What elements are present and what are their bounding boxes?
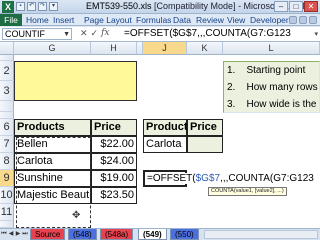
formula-input[interactable]: =OFFSET($G$7,,,COUNTA(G7:G123 — [124, 28, 308, 40]
redo-icon[interactable]: ↷ — [38, 2, 47, 11]
sheet-tab-548[interactable]: (548) — [68, 229, 97, 240]
sheet-tab-bar: ⏮ ◀ ▶ ⏭ Source (548) (548a) (549) (550) — [0, 228, 320, 240]
title-bar: X ▪ ↶ ↷ ▾ EMT539-550.xls [Compatibility … — [0, 0, 320, 14]
table-row-price[interactable]: $24.00 — [91, 153, 137, 170]
products-header[interactable]: Products — [14, 119, 91, 136]
column-header-j[interactable]: J — [143, 42, 187, 55]
maximize-button[interactable]: □ — [289, 1, 303, 12]
notes-block[interactable]: 1. Starting point 2. How many rows 3. Ho… — [223, 61, 320, 113]
undo-icon[interactable]: ↶ — [27, 2, 36, 11]
row-header-8[interactable]: 8 — [0, 153, 14, 170]
tab-view[interactable]: View — [227, 15, 245, 25]
row-header-6[interactable]: 6 — [0, 119, 14, 136]
yellow-block[interactable] — [14, 61, 137, 101]
enter-icon[interactable]: ✓ — [91, 28, 99, 39]
last-sheet-icon[interactable]: ⏭ — [22, 230, 28, 239]
window-controls: – □ ✕ — [274, 1, 318, 12]
customize-icon[interactable]: ▾ — [49, 2, 58, 11]
first-sheet-icon[interactable]: ⏮ — [1, 230, 7, 239]
tab-review[interactable]: Review — [196, 15, 224, 25]
row-header-3[interactable]: 3 — [0, 81, 14, 101]
help-icon[interactable] — [289, 16, 297, 24]
sheet-tab-548a[interactable]: (548a) — [100, 229, 134, 240]
lookup-products-header[interactable]: Products — [143, 119, 194, 136]
insert-function-icon[interactable]: fx — [101, 28, 109, 39]
row-header-12[interactable] — [0, 221, 14, 228]
column-header-l[interactable]: L — [223, 42, 320, 55]
price-header[interactable]: Price — [91, 119, 137, 136]
row-header-2[interactable]: 2 — [0, 61, 14, 81]
tab-formulas[interactable]: Formulas — [136, 15, 171, 25]
column-header-g[interactable]: G — [14, 42, 91, 55]
active-edit-cell[interactable]: =OFFSET($G$7,,,COUNTA(G7:G123 — [143, 170, 316, 187]
ribbon-tabs: File Home Insert Page Layout Formulas Da… — [0, 14, 320, 26]
cursor-icon: ✥ — [72, 210, 81, 221]
horizontal-scrollbar[interactable] — [204, 230, 318, 239]
row-header-11[interactable]: 11 — [0, 204, 14, 221]
tab-file[interactable]: File — [0, 14, 22, 26]
tab-developer[interactable]: Developer — [250, 15, 289, 25]
formula-bar: COUNTIF ▼ ✕ ✓ fx =OFFSET($G$7,,,COUNTA(G7… — [0, 27, 320, 42]
prev-sheet-icon[interactable]: ◀ — [8, 230, 14, 239]
expand-formula-icon[interactable]: ▾ — [314, 30, 318, 38]
row-header-5[interactable] — [0, 112, 14, 119]
row-header-7[interactable]: 7 — [0, 136, 14, 153]
table-row-price[interactable]: $22.00 — [91, 136, 137, 153]
tab-insert[interactable]: Insert — [53, 15, 74, 25]
excel-icon[interactable]: X — [2, 1, 14, 13]
formula-buttons: ✕ ✓ fx — [80, 28, 110, 39]
function-tooltip: COUNTA(value1, [value2], ...) — [208, 187, 287, 196]
worksheet-grid[interactable]: G H J K L 2 3 6 7 8 9 10 11 1. Starting … — [0, 42, 320, 228]
column-header-h[interactable]: H — [91, 42, 137, 55]
table-row-price[interactable]: $19.00 — [91, 170, 137, 187]
sheet-tab-source[interactable]: Source — [30, 229, 66, 240]
lookup-price-cell[interactable] — [187, 136, 223, 153]
table-row-price[interactable]: $23.50 — [91, 187, 137, 204]
name-box[interactable]: COUNTIF ▼ — [2, 28, 72, 40]
minimize-button[interactable]: – — [274, 1, 288, 12]
chevron-down-icon[interactable]: ▼ — [63, 29, 70, 40]
sheet-tab-550[interactable]: (550) — [170, 229, 199, 240]
column-header-k[interactable]: K — [187, 42, 223, 55]
tab-page-layout[interactable]: Page Layout — [84, 15, 132, 25]
note-1: 1. Starting point — [227, 65, 306, 76]
sheet-nav: ⏮ ◀ ▶ ⏭ — [1, 230, 28, 239]
select-all-corner[interactable] — [0, 42, 14, 55]
row-header-4[interactable] — [0, 101, 14, 112]
next-sheet-icon[interactable]: ▶ — [15, 230, 21, 239]
restore-icon[interactable] — [309, 16, 317, 24]
lookup-product-cell[interactable]: Carlota — [143, 136, 187, 153]
minimize-ribbon-icon[interactable] — [299, 16, 307, 24]
quick-access-toolbar: ▪ ↶ ↷ ▾ — [16, 2, 58, 11]
tab-home[interactable]: Home — [26, 15, 49, 25]
lookup-price-header[interactable]: Price — [187, 119, 223, 136]
row-header-10[interactable]: 10 — [0, 187, 14, 204]
row-header-9[interactable]: 9 — [0, 170, 14, 187]
save-icon[interactable]: ▪ — [16, 2, 25, 11]
ribbon-controls — [289, 16, 317, 24]
cancel-icon[interactable]: ✕ — [80, 28, 88, 39]
sheet-tab-549[interactable]: (549) — [138, 229, 167, 240]
note-3: 3. How wide is the — [227, 99, 317, 110]
note-2: 2. How many rows — [227, 82, 318, 93]
window-title: EMT539-550.xls [Compatibility Mode] - Mi… — [86, 1, 305, 11]
close-button[interactable]: ✕ — [304, 1, 318, 12]
tab-data[interactable]: Data — [173, 15, 191, 25]
